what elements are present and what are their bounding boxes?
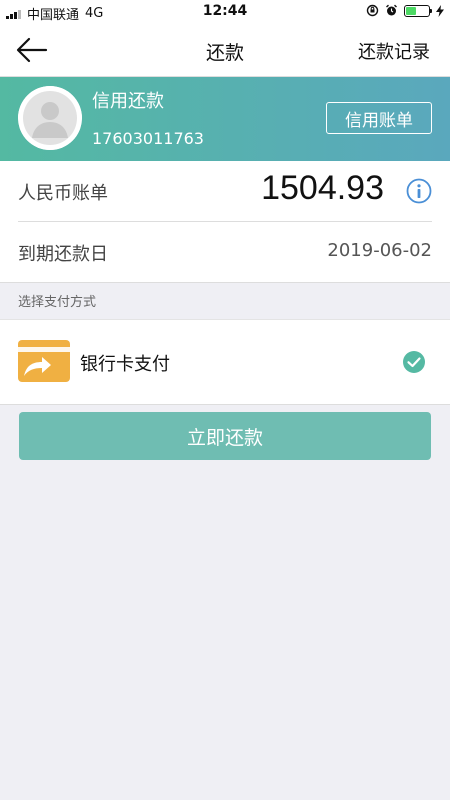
info-icon[interactable] [406, 178, 432, 204]
account-phone: 17603011763 [92, 129, 204, 148]
repay-now-button[interactable]: 立即还款 [19, 412, 431, 460]
due-date-label: 到期还款日 [18, 244, 108, 265]
status-right [366, 4, 444, 17]
payment-method-label: 银行卡支付 [80, 354, 170, 375]
account-type-label: 信用还款 [92, 91, 164, 112]
due-date-row: 到期还款日 2019-06-02 [18, 221, 432, 282]
orientation-lock-icon [366, 4, 379, 17]
check-icon [403, 351, 425, 373]
battery-icon [404, 4, 432, 17]
status-bar: 中国联通 4G 12:44 [0, 0, 450, 24]
bill-amount: 1504.93 [261, 169, 384, 207]
avatar [18, 86, 82, 150]
repayment-records-link[interactable]: 还款记录 [358, 38, 430, 64]
bank-card-icon [18, 340, 70, 382]
bill-label: 人民币账单 [18, 183, 108, 204]
nav-bar: 还款 还款记录 [0, 24, 450, 77]
charging-icon [436, 4, 444, 17]
bill-amount-row: 人民币账单 1504.93 [18, 161, 432, 221]
bill-info-card: 人民币账单 1504.93 到期还款日 2019-06-02 [0, 161, 450, 282]
payment-method-bank-card[interactable]: 银行卡支付 [0, 319, 450, 405]
due-date-value: 2019-06-02 [327, 240, 432, 261]
payment-section-title: 选择支付方式 [0, 282, 450, 319]
account-banner: 信用还款 17603011763 信用账单 [0, 77, 450, 161]
default-avatar-icon [18, 86, 82, 150]
credit-bill-button[interactable]: 信用账单 [326, 102, 432, 134]
alarm-icon [386, 4, 397, 16]
